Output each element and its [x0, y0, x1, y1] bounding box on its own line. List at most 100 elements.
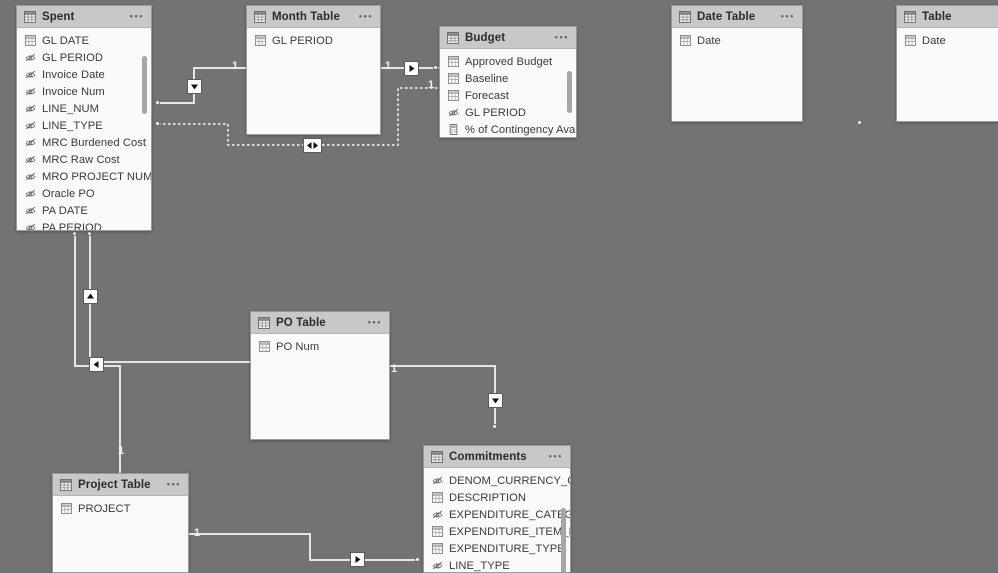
field-label: EXPENDITURE_CATEGORY	[449, 508, 570, 521]
hidden-field-icon	[448, 107, 459, 118]
cardinality-label: 1	[232, 60, 239, 72]
field-row[interactable]: LINE_NUM	[17, 100, 151, 117]
table-column-icon	[448, 90, 459, 101]
field-row[interactable]: GL PERIOD	[17, 49, 151, 66]
field-row[interactable]: EXPENDITURE_ITEM_DATE	[424, 523, 570, 540]
table-field-list[interactable]: DENOM_CURRENCY_CODE DESCRIPTION EXPENDITUR…	[424, 468, 570, 572]
table-card-header[interactable]: Spent •••	[17, 6, 151, 28]
table-header-icon	[60, 478, 72, 491]
field-label: DESCRIPTION	[449, 491, 527, 504]
table-field-list[interactable]: GL DATE GL PERIOD Invoice Date Invoice Num L…	[17, 28, 151, 230]
hidden-field-icon	[25, 103, 36, 114]
table-card-commitments[interactable]: Commitments ••• DENOM_CURRENCY_CODE DESCRIP…	[423, 445, 571, 573]
field-row[interactable]: PO Num	[251, 338, 389, 355]
hidden-field-icon	[25, 171, 36, 182]
relationship-spent-month	[158, 67, 246, 104]
hidden-field-icon	[25, 120, 36, 131]
field-row[interactable]: Invoice Date	[17, 66, 151, 83]
table-card-project-table[interactable]: Project Table ••• PROJECT	[52, 473, 189, 573]
table-card-date-table[interactable]: Date Table ••• Date	[671, 5, 803, 122]
field-label: Date	[922, 34, 946, 47]
field-row[interactable]: EXPENDITURE_TYPE	[424, 540, 570, 557]
bidirectional-arrow-marker[interactable]	[303, 138, 322, 153]
table-card-header[interactable]: Project Table •••	[53, 474, 188, 496]
right-arrow-marker[interactable]	[404, 61, 419, 76]
field-row[interactable]: Forecast	[440, 87, 576, 104]
down-arrow-marker[interactable]	[187, 79, 202, 94]
table-column-icon	[432, 526, 443, 537]
table-card-title: Project Table	[78, 478, 151, 491]
field-label: GL PERIOD	[465, 106, 526, 119]
table-card-header[interactable]: Table•••	[897, 6, 998, 28]
more-options-icon[interactable]: •••	[549, 452, 563, 461]
more-options-icon[interactable]: •••	[368, 318, 382, 327]
field-row[interactable]: Oracle PO	[17, 185, 151, 202]
field-row[interactable]: Baseline	[440, 70, 576, 87]
table-card-header[interactable]: PO Table •••	[251, 312, 389, 334]
field-row[interactable]: % of Contingency Availa...	[440, 121, 576, 137]
relationship-spent-project	[74, 234, 121, 473]
more-options-icon[interactable]: •••	[781, 12, 795, 21]
field-list-scrollbar[interactable]	[561, 508, 566, 572]
hidden-field-icon	[25, 69, 36, 80]
model-view-canvas[interactable]: 1 1 1 1 1 1 Spent ••• GL DATE GL PERIOD Invoice D…	[0, 0, 998, 573]
table-card-title: Commitments	[449, 450, 527, 463]
right-arrow-marker[interactable]	[350, 552, 365, 567]
more-options-icon[interactable]: •••	[167, 480, 181, 489]
field-row[interactable]: DESCRIPTION	[424, 489, 570, 506]
table-field-list[interactable]: Date	[672, 28, 802, 121]
field-label: DENOM_CURRENCY_CODE	[449, 474, 570, 487]
hidden-field-icon	[25, 52, 36, 63]
table-card-table[interactable]: Table••• Date	[896, 5, 998, 122]
field-row[interactable]: Date	[672, 32, 802, 49]
table-card-header[interactable]: Month Table •••	[247, 6, 380, 28]
field-list-scrollbar[interactable]	[567, 71, 572, 113]
field-row[interactable]: GL DATE	[17, 32, 151, 49]
more-options-icon[interactable]: •••	[359, 12, 373, 21]
field-list-scrollbar[interactable]	[142, 56, 147, 114]
field-row[interactable]: PROJECT	[53, 500, 188, 517]
table-card-spent[interactable]: Spent ••• GL DATE GL PERIOD Invoice Date Invo…	[16, 5, 152, 231]
more-options-icon[interactable]: •••	[130, 12, 144, 21]
field-row[interactable]: MRC Burdened Cost	[17, 134, 151, 151]
table-card-title: Budget	[465, 31, 506, 44]
more-options-icon[interactable]: •••	[555, 33, 569, 42]
cardinality-label: 1	[391, 363, 398, 375]
table-card-header[interactable]: Date Table •••	[672, 6, 802, 28]
table-card-title: PO Table	[276, 316, 326, 329]
field-row[interactable]: Invoice Num	[17, 83, 151, 100]
table-field-list[interactable]: Date	[897, 28, 998, 121]
field-row[interactable]: LINE_TYPE	[17, 117, 151, 134]
cardinality-label: 1	[428, 79, 435, 91]
field-row[interactable]: MRC Raw Cost	[17, 151, 151, 168]
field-row[interactable]: PA DATE	[17, 202, 151, 219]
table-field-list[interactable]: GL PERIOD	[247, 28, 380, 134]
table-card-po-table[interactable]: PO Table ••• PO Num	[250, 311, 390, 440]
left-arrow-marker[interactable]	[89, 357, 104, 372]
down-arrow-marker[interactable]	[488, 393, 503, 408]
field-row[interactable]: LINE_TYPE	[424, 557, 570, 572]
field-row[interactable]: EXPENDITURE_CATEGORY	[424, 506, 570, 523]
field-row[interactable]: GL PERIOD	[440, 104, 576, 121]
table-card-budget[interactable]: Budget ••• Approved Budget Baseline Forecast…	[439, 26, 577, 138]
cardinality-label: 1	[118, 445, 125, 457]
table-card-header[interactable]: Commitments •••	[424, 446, 570, 468]
table-column-icon	[448, 56, 459, 67]
field-row[interactable]: Approved Budget	[440, 53, 576, 70]
hidden-field-icon	[25, 188, 36, 199]
field-label: MRC Burdened Cost	[42, 136, 147, 149]
up-arrow-marker[interactable]	[83, 289, 98, 304]
field-row[interactable]: Date	[897, 32, 998, 49]
table-field-list[interactable]: Approved Budget Baseline Forecast GL PERIOD…	[440, 49, 576, 137]
table-column-icon	[61, 503, 72, 514]
field-row[interactable]: GL PERIOD	[247, 32, 380, 49]
field-row[interactable]: DENOM_CURRENCY_CODE	[424, 472, 570, 489]
table-column-icon	[448, 73, 459, 84]
table-card-month-table[interactable]: Month Table ••• GL PERIOD	[246, 5, 381, 135]
table-field-list[interactable]: PROJECT	[53, 496, 188, 572]
table-card-header[interactable]: Budget •••	[440, 27, 576, 49]
field-label: Baseline	[465, 72, 509, 85]
field-row[interactable]: PA PERIOD	[17, 219, 151, 230]
field-row[interactable]: MRO PROJECT NUMBER	[17, 168, 151, 185]
table-field-list[interactable]: PO Num	[251, 334, 389, 439]
